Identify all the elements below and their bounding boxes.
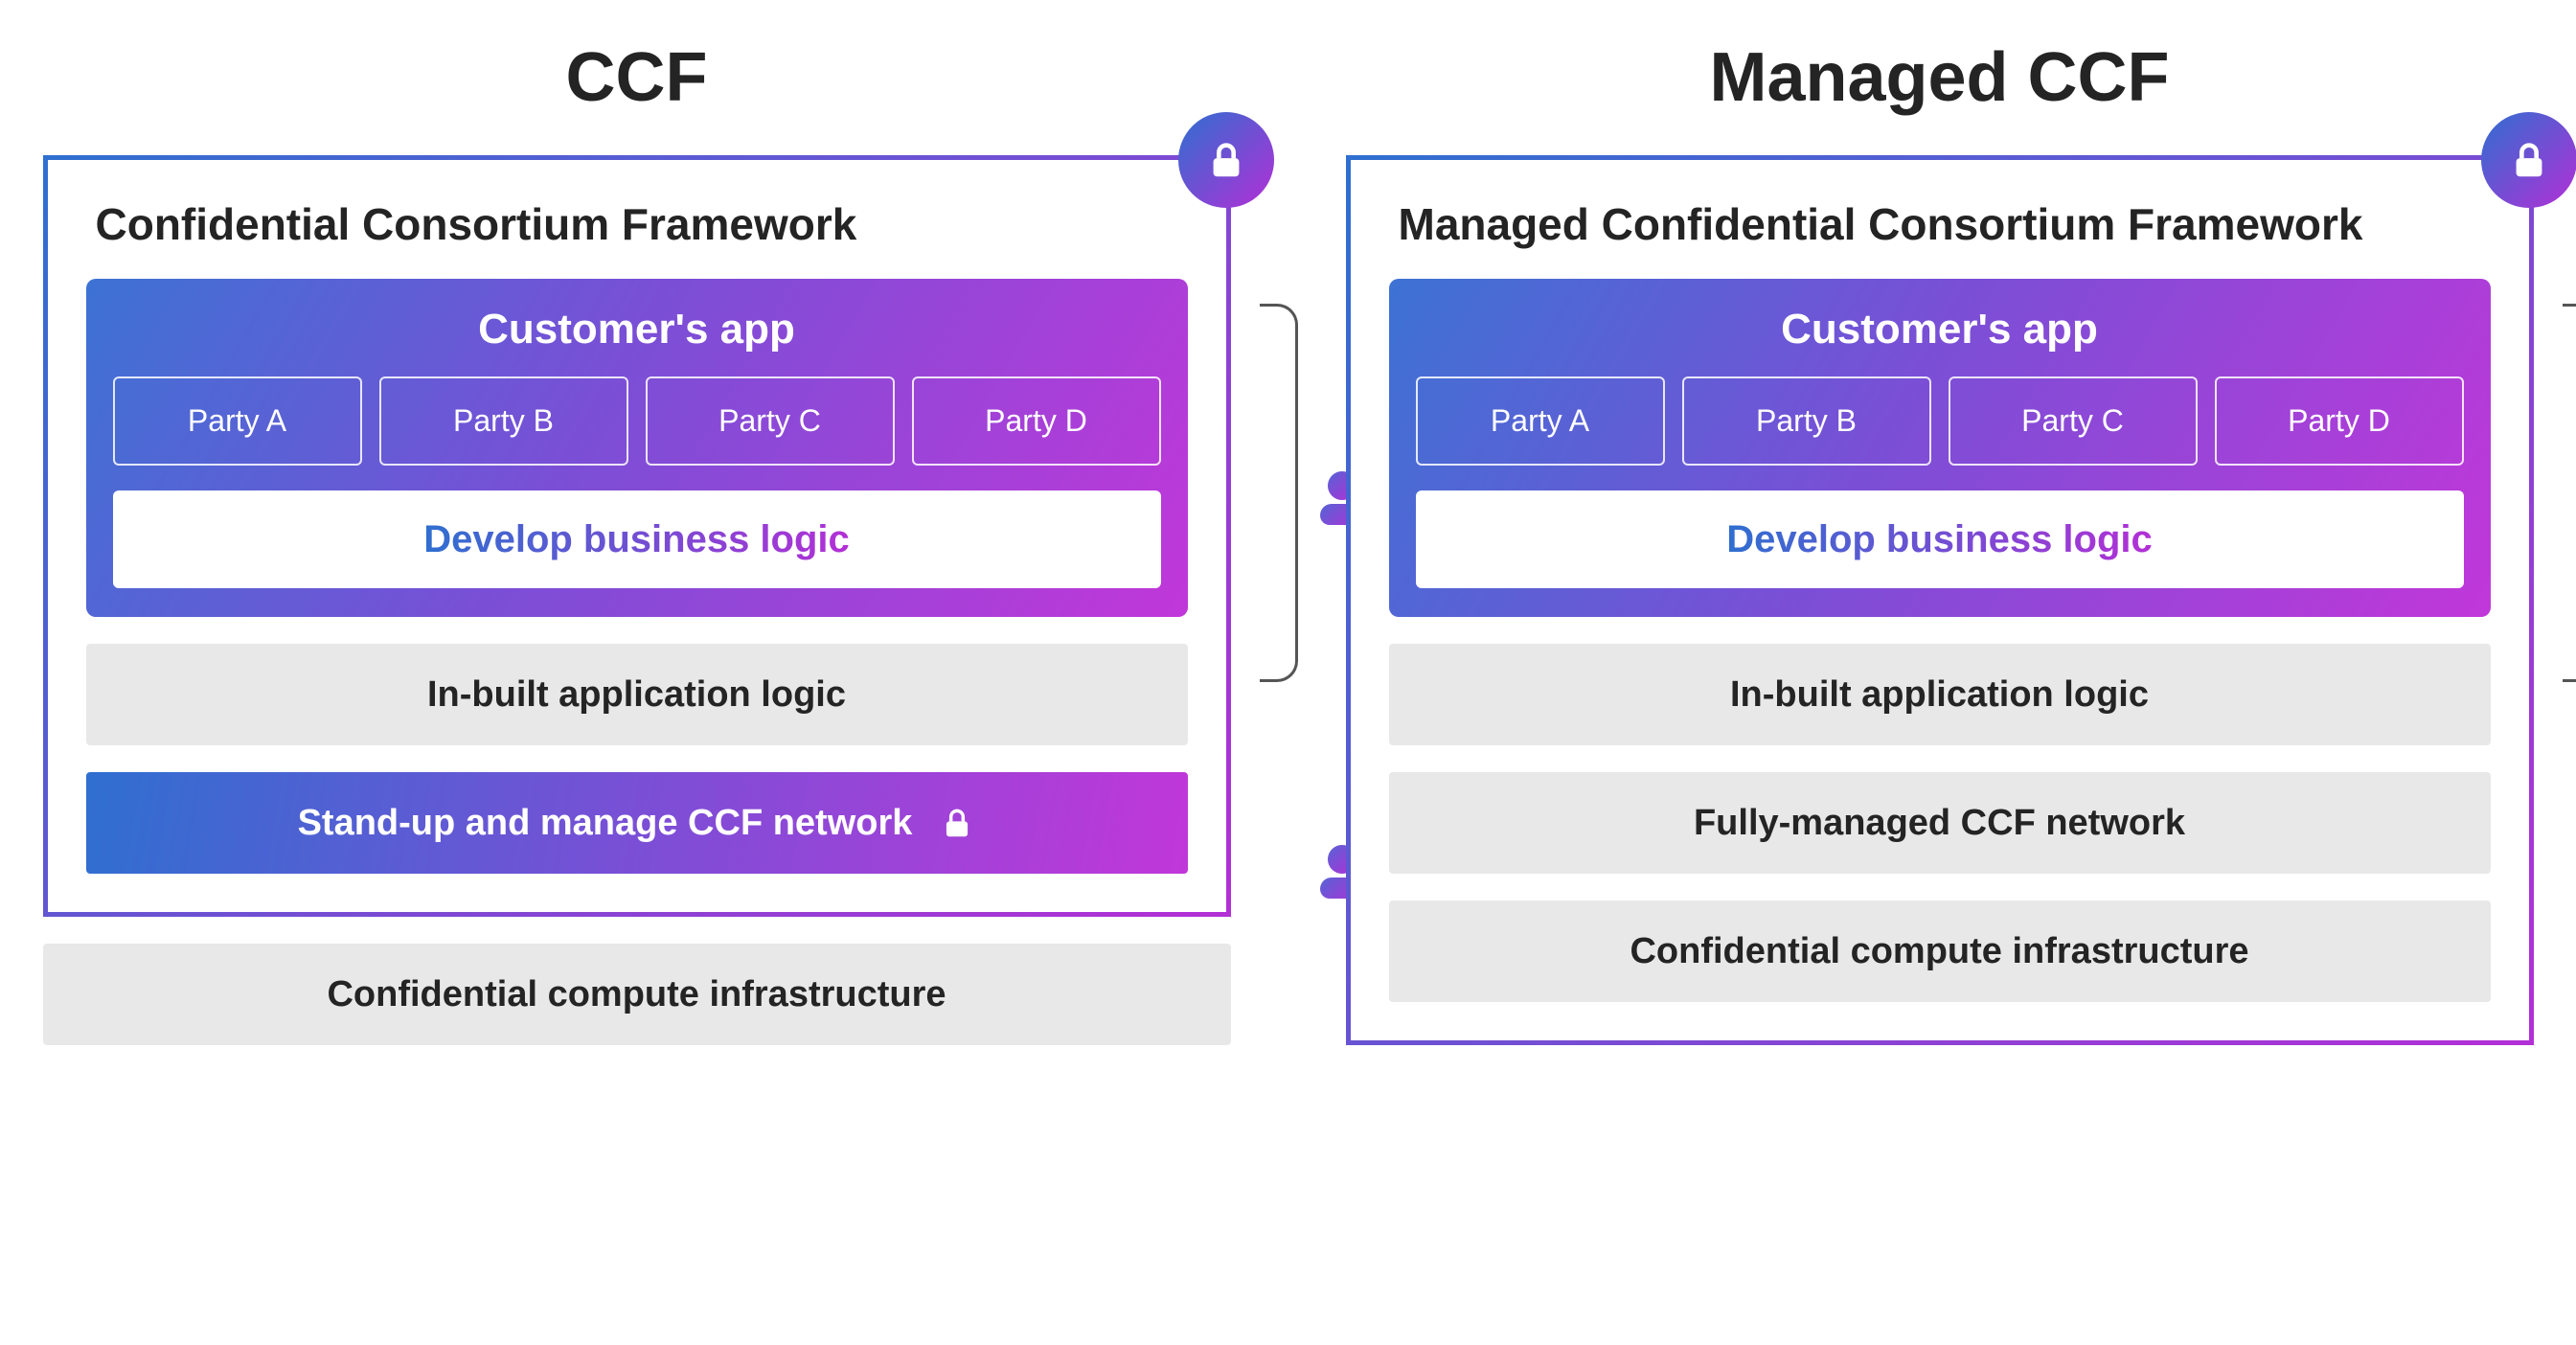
parties-row-ccf: Party A Party B Party C Party D bbox=[113, 376, 1161, 466]
party-c: Party C bbox=[1949, 376, 2198, 466]
develop-box-ccf: Develop business logic bbox=[113, 490, 1161, 588]
develop-box-managed: Develop business logic bbox=[1416, 490, 2464, 588]
framework-box-managed: Managed Confidential Consortium Framewor… bbox=[1346, 155, 2534, 1045]
title-managed-ccf: Managed CCF bbox=[1346, 38, 2534, 117]
party-a: Party A bbox=[113, 376, 362, 466]
customer-app-card-managed: Customer's app Party A Party B Party C P… bbox=[1389, 279, 2491, 617]
network-label-ccf: Stand-up and manage CCF network bbox=[298, 803, 913, 844]
infra-box-managed: Confidential compute infrastructure bbox=[1389, 900, 2491, 1002]
develop-label-ccf: Develop business logic bbox=[423, 518, 850, 561]
infra-box-ccf: Confidential compute infrastructure bbox=[43, 944, 1231, 1045]
party-c: Party C bbox=[646, 376, 895, 466]
party-b: Party B bbox=[379, 376, 628, 466]
inbuilt-logic-ccf: In-built application logic bbox=[86, 644, 1188, 745]
bracket-customer-managed bbox=[2563, 304, 2576, 682]
inbuilt-logic-managed: In-built application logic bbox=[1389, 644, 2491, 745]
network-box-ccf: Stand-up and manage CCF network bbox=[86, 772, 1188, 874]
customer-app-card-ccf: Customer's app Party A Party B Party C P… bbox=[86, 279, 1188, 617]
customer-app-title-ccf: Customer's app bbox=[113, 306, 1161, 353]
party-a: Party A bbox=[1416, 376, 1665, 466]
column-managed-ccf: Managed CCF Managed Confidential Consort… bbox=[1346, 38, 2534, 1072]
party-b: Party B bbox=[1682, 376, 1931, 466]
bracket-customer-ccf bbox=[1260, 304, 1298, 682]
framework-box-ccf: Confidential Consortium Framework Custom… bbox=[43, 155, 1231, 917]
diagram-wrap: CCF Confidential Consortium Framework Cu… bbox=[43, 38, 2534, 1072]
title-ccf: CCF bbox=[43, 38, 1231, 117]
stack-managed-ccf: Managed Confidential Consortium Framewor… bbox=[1346, 155, 2534, 1045]
party-d: Party D bbox=[912, 376, 1161, 466]
lock-icon bbox=[1178, 112, 1274, 208]
develop-label-managed: Develop business logic bbox=[1726, 518, 2153, 561]
framework-title-managed: Managed Confidential Consortium Framewor… bbox=[1389, 198, 2491, 250]
party-d: Party D bbox=[2215, 376, 2464, 466]
lock-icon bbox=[2481, 112, 2576, 208]
network-box-managed: Fully-managed CCF network bbox=[1389, 772, 2491, 874]
customer-app-title-managed: Customer's app bbox=[1416, 306, 2464, 353]
lock-icon bbox=[939, 805, 975, 841]
parties-row-managed: Party A Party B Party C Party D bbox=[1416, 376, 2464, 466]
stack-ccf: Confidential Consortium Framework Custom… bbox=[43, 155, 1231, 1045]
framework-title-ccf: Confidential Consortium Framework bbox=[86, 198, 1188, 250]
column-ccf: CCF Confidential Consortium Framework Cu… bbox=[43, 38, 1231, 1072]
